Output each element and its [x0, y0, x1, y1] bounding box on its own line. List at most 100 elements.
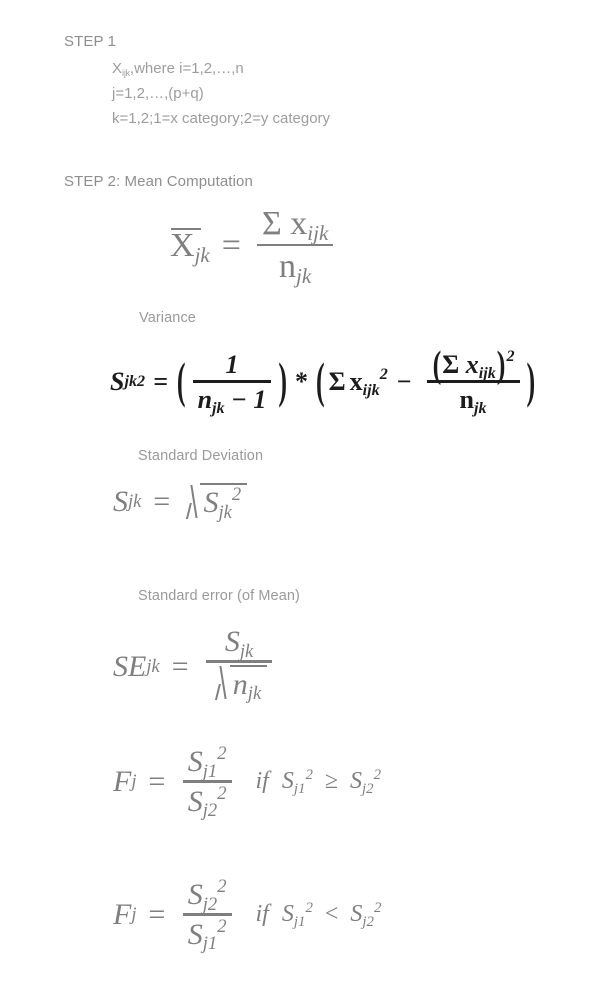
stdev-sqrt: Sjk2 — [184, 483, 248, 523]
mean-denominator-var: n — [279, 248, 297, 286]
f1-denominator: Sj22 — [187, 783, 227, 822]
f1-lhs: F — [113, 764, 132, 798]
variance-fraction-1: 1 njk − 1 — [192, 350, 272, 417]
f2-condition: if Sj12 < Sj22 — [255, 899, 382, 930]
f2-if: if — [255, 901, 269, 928]
stdev-label: Standard Deviation — [138, 448, 264, 464]
stderr-formula: SE jk = Sjk njk — [113, 625, 278, 709]
mean-lhs-subscript: jk — [194, 242, 210, 267]
f1-denominator-subscript: j2 — [202, 800, 218, 822]
f2-cond-right: Sj22 — [350, 899, 382, 930]
f1-denominator-superscript: 2 — [217, 783, 227, 805]
variance-frac2-subscript: ijk — [478, 364, 496, 382]
step2-heading: STEP 2: Mean Computation — [64, 173, 253, 190]
variance-frac1-den-n: n — [197, 385, 213, 415]
f2-denominator-subscript: j1 — [202, 933, 218, 955]
variance-frac2-numerator: (Σ xijk)2 — [427, 343, 520, 385]
stderr-lhs: SE — [113, 649, 147, 683]
stderr-fraction: Sjk njk — [206, 625, 273, 709]
variance-formula: Sjk 2 = ( 1 njk − 1 ) * ( Σ xijk2 − (Σ xi… — [110, 343, 536, 417]
f1-numerator-superscript: 2 — [217, 743, 227, 765]
f2-numerator-subscript: j2 — [202, 893, 218, 915]
f2-numerator-superscript: 2 — [217, 876, 227, 898]
f2-fraction: Sj22 Sj12 — [182, 876, 232, 955]
variance-close-paren-1: ) — [278, 353, 287, 409]
f1-numerator: Sj12 — [187, 743, 227, 782]
mean-denominator-subscript: jk — [296, 264, 312, 289]
variance-frac2-var: x — [465, 350, 479, 379]
stderr-equals: = — [169, 649, 190, 683]
stderr-numerator: Sjk — [224, 625, 254, 662]
f1-if: if — [255, 768, 269, 795]
f2-denominator: Sj12 — [187, 916, 227, 955]
variance-frac1-den-rest: − 1 — [231, 385, 267, 415]
f-ratio-formula-2: Fj = Sj22 Sj12 if Sj12 < Sj22 — [113, 876, 382, 955]
variance-frac2-denominator: njk — [459, 385, 487, 417]
f1-cond-right: Sj22 — [350, 766, 382, 797]
step1-variable: X — [112, 60, 123, 77]
radical-icon — [213, 665, 230, 702]
step1-variable-subscript: ijk — [122, 68, 130, 78]
f1-equals: = — [146, 764, 167, 798]
stdev-lhs: S — [113, 484, 128, 518]
formula-sheet-page: STEP 1 Xijk,where i=1,2,…,n j=1,2,…,(p+q… — [0, 0, 598, 1000]
variance-times: * — [295, 367, 308, 397]
variance-sum-subscript: ijk — [362, 381, 380, 399]
f1-fraction: Sj12 Sj22 — [182, 743, 232, 822]
mean-numerator-var: x — [290, 205, 308, 242]
mean-formula: Xjk = Σ xijk njk — [170, 205, 339, 289]
variance-close-paren-2: ) — [526, 353, 536, 409]
variance-equals: = — [153, 367, 168, 397]
variance-label: Variance — [139, 310, 196, 326]
variance-sum-sigma: Σ — [328, 367, 346, 397]
radical-icon — [184, 483, 201, 520]
variance-sum-superscript: 2 — [379, 365, 388, 383]
step1-line-2: j=1,2,…,(p+q) — [112, 85, 204, 102]
variance-frac2-sigma: Σ — [442, 350, 460, 379]
f2-equals: = — [146, 897, 167, 931]
f2-numerator: Sj22 — [187, 876, 227, 915]
variance-frac2-close-paren: ) — [496, 343, 506, 386]
stdev-radicand: Sjk2 — [200, 483, 248, 523]
variance-minus: − — [396, 367, 412, 397]
step1-heading: STEP 1 — [64, 33, 117, 50]
stderr-numerator-subscript: jk — [239, 640, 254, 662]
variance-open-paren-2: ( — [316, 353, 325, 409]
mean-denominator: njk — [274, 246, 316, 289]
variance-frac2-den-subscript: jk — [474, 399, 487, 417]
variance-frac1-denominator: njk − 1 — [193, 383, 272, 417]
step1-line-3: k=1,2;1=x category;2=y category — [112, 110, 331, 127]
mean-overbar — [171, 227, 201, 230]
stderr-radicand-subscript: jk — [247, 683, 262, 705]
mean-equals: = — [221, 226, 241, 264]
variance-frac2-open-paren: ( — [432, 343, 442, 386]
mean-fraction: Σ xijk njk — [256, 205, 334, 289]
mean-lhs: X — [170, 226, 195, 264]
variance-frac1-den-subscript: jk — [212, 399, 225, 417]
variance-open-paren-1: ( — [176, 353, 186, 409]
variance-fraction-2: (Σ xijk)2 njk — [426, 343, 520, 417]
stdev-formula: Sjk = Sjk2 — [113, 483, 248, 523]
step1-line1-rest: ,where i=1,2,…,n — [129, 60, 244, 77]
mean-numerator-subscript: ijk — [307, 221, 329, 246]
mean-numerator: Σ xijk — [257, 205, 333, 244]
stderr-sqrt: njk — [213, 664, 268, 705]
variance-frac1-numerator: 1 — [225, 350, 239, 379]
variance-lhs: S — [110, 367, 125, 397]
f2-cond-operator: < — [324, 901, 339, 928]
f1-condition: if Sj12 ≥ Sj22 — [255, 766, 382, 797]
f2-lhs: F — [113, 897, 132, 931]
f2-cond-left: Sj12 — [281, 899, 313, 930]
step1-line-1: Xijk,where i=1,2,…,n — [112, 60, 244, 78]
stdev-radicand-subscript: jk — [218, 501, 232, 523]
stderr-denominator: njk — [206, 663, 272, 709]
mean-sigma: Σ — [261, 205, 282, 242]
f1-cond-operator: ≥ — [324, 768, 339, 795]
stderr-label: Standard error (of Mean) — [138, 588, 300, 604]
variance-sum-var: xijk2 — [349, 365, 388, 399]
f1-numerator-subscript: j1 — [202, 760, 218, 782]
f-ratio-formula-1: Fj = Sj12 Sj22 if Sj12 ≥ Sj22 — [113, 743, 382, 822]
f2-denominator-superscript: 2 — [217, 916, 227, 938]
stdev-radicand-superscript: 2 — [231, 484, 242, 506]
stdev-equals: = — [151, 484, 172, 518]
